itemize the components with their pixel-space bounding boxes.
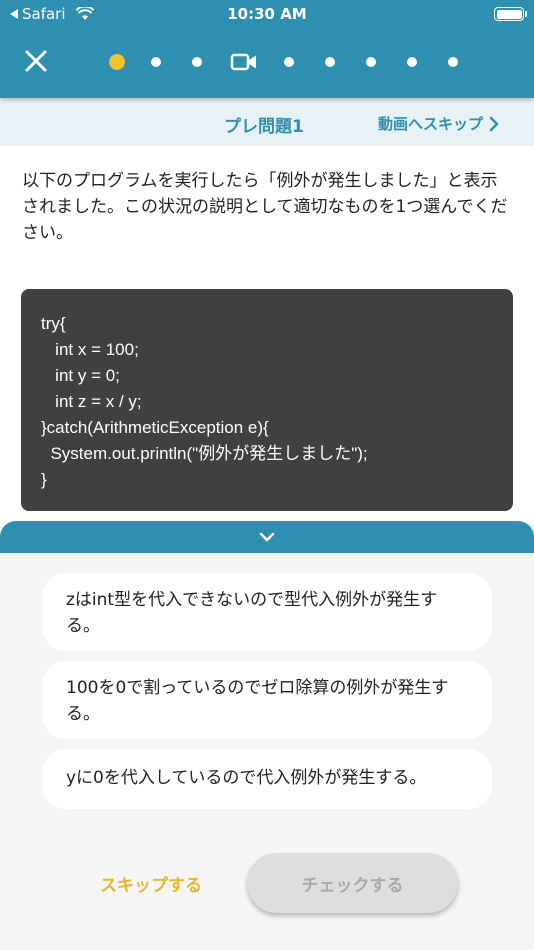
chevron-right-icon (489, 116, 499, 131)
progress-indicator (109, 50, 489, 74)
skip-to-video-link[interactable]: 動画へスキップ (378, 113, 499, 134)
progress-dot-current (109, 54, 125, 70)
code-line: }catch(ArithmeticException e){ (41, 418, 269, 437)
question-subheader: プレ問題1 動画へスキップ (0, 98, 534, 146)
problem-title: プレ問題1 (224, 117, 304, 137)
progress-dot (284, 57, 294, 67)
answers-area: zはint型を代入できないので型代入例外が発生する。 100を0で割っているので… (0, 553, 534, 950)
answer-choice-2[interactable]: 100を0で割っているのでゼロ除算の例外が発生する。 (42, 661, 492, 739)
code-line: try{ (41, 314, 66, 333)
code-line: int x = 100; (41, 340, 139, 359)
status-bar: Safari 10:30 AM (0, 0, 534, 28)
question-area: 以下のプログラムを実行したら「例外が発生しました」と表示されました。この状況の説… (0, 146, 534, 526)
progress-dot (407, 57, 417, 67)
answer-choice-3[interactable]: yに0を代入しているので代入例外が発生する。 (42, 749, 492, 809)
video-camera-icon (230, 53, 256, 71)
question-text: 以下のプログラムを実行したら「例外が発生しました」と表示されました。この状況の説… (22, 171, 508, 243)
code-line: int z = x / y; (41, 392, 142, 411)
progress-dot (325, 57, 335, 67)
progress-dot (151, 57, 161, 67)
code-line: int y = 0; (41, 366, 120, 385)
code-line: } (41, 470, 47, 489)
close-icon (25, 50, 47, 72)
skip-to-video-label: 動画へスキップ (378, 115, 484, 133)
check-button[interactable]: チェックする (247, 853, 458, 913)
code-block: try{ int x = 100; int y = 0; int z = x /… (21, 289, 513, 511)
top-header: Safari 10:30 AM (0, 0, 534, 98)
skip-button[interactable]: スキップする (100, 871, 202, 896)
code-line: System.out.println("例外が発生しました"); (41, 444, 368, 463)
close-button[interactable] (22, 47, 50, 75)
chevron-down-icon (259, 532, 275, 542)
answer-sheet-toggle[interactable] (0, 521, 534, 553)
progress-dot (366, 57, 376, 67)
battery-icon (494, 7, 527, 21)
status-time: 10:30 AM (227, 5, 307, 23)
progress-dot (192, 57, 202, 67)
answer-choice-1[interactable]: zはint型を代入できないので型代入例外が発生する。 (42, 573, 492, 651)
progress-dot (448, 57, 458, 67)
